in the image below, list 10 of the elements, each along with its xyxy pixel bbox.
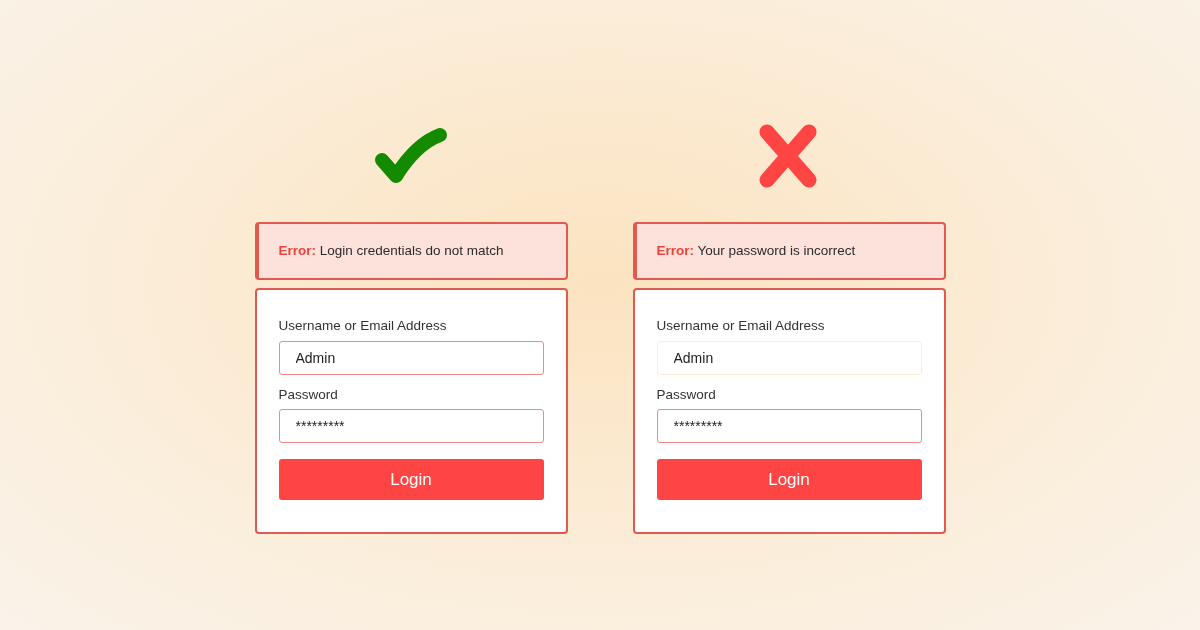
password-field[interactable]: ********* xyxy=(278,408,544,443)
field-label: Username or Email Address xyxy=(278,317,448,336)
username-field[interactable]: Admin xyxy=(656,340,922,375)
error-message: Error: Login credentials do not match xyxy=(254,222,568,281)
username-field[interactable]: Admin xyxy=(278,340,544,375)
field-label: Username or Email Address xyxy=(656,317,826,336)
field-label: Password xyxy=(278,385,339,404)
field-label: Password xyxy=(656,385,717,404)
error-message: Error: Your password is incorrect xyxy=(632,222,946,281)
password-field[interactable]: ********* xyxy=(656,408,922,443)
